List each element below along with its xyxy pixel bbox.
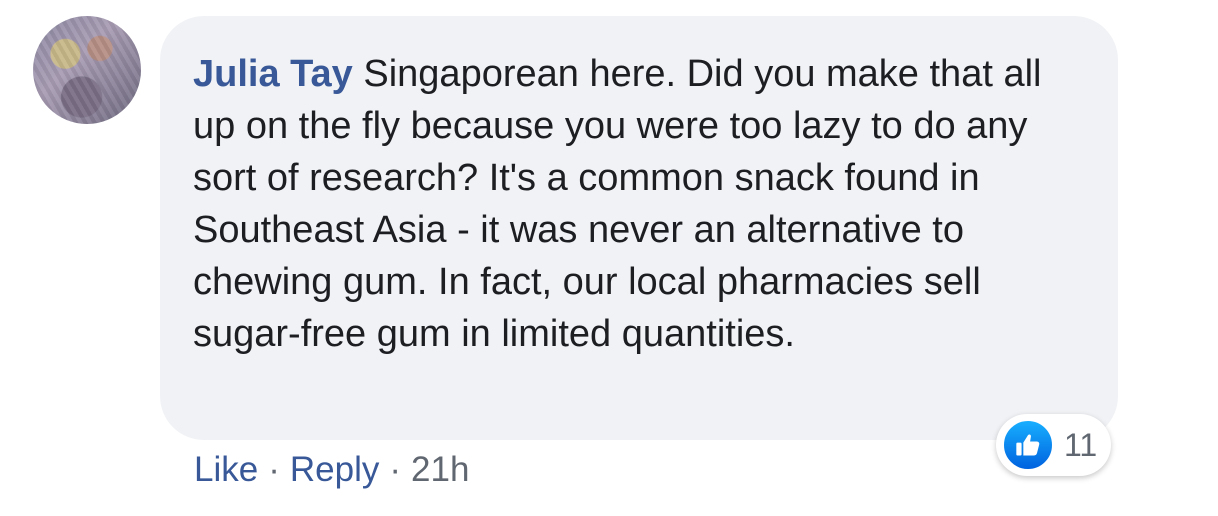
reactions-badge[interactable]: 11 [996,414,1112,476]
reply-button[interactable]: Reply [290,450,379,489]
like-button[interactable]: Like [194,450,258,489]
separator: · [268,450,280,489]
comment-text: Julia Tay Singaporean here. Did you make… [193,48,1073,360]
comment-bubble: Julia Tay Singaporean here. Did you make… [160,16,1118,440]
comment-body: Singaporean here. Did you make that all … [193,53,1042,355]
separator: · [389,450,402,489]
avatar[interactable] [33,16,141,124]
comment-author-link[interactable]: Julia Tay [193,53,353,95]
comment-actions: Like · Reply · 21h [194,448,469,492]
timestamp[interactable]: 21h [411,450,469,489]
reaction-count: 11 [1064,426,1098,463]
thumbs-up-icon [1002,419,1054,471]
